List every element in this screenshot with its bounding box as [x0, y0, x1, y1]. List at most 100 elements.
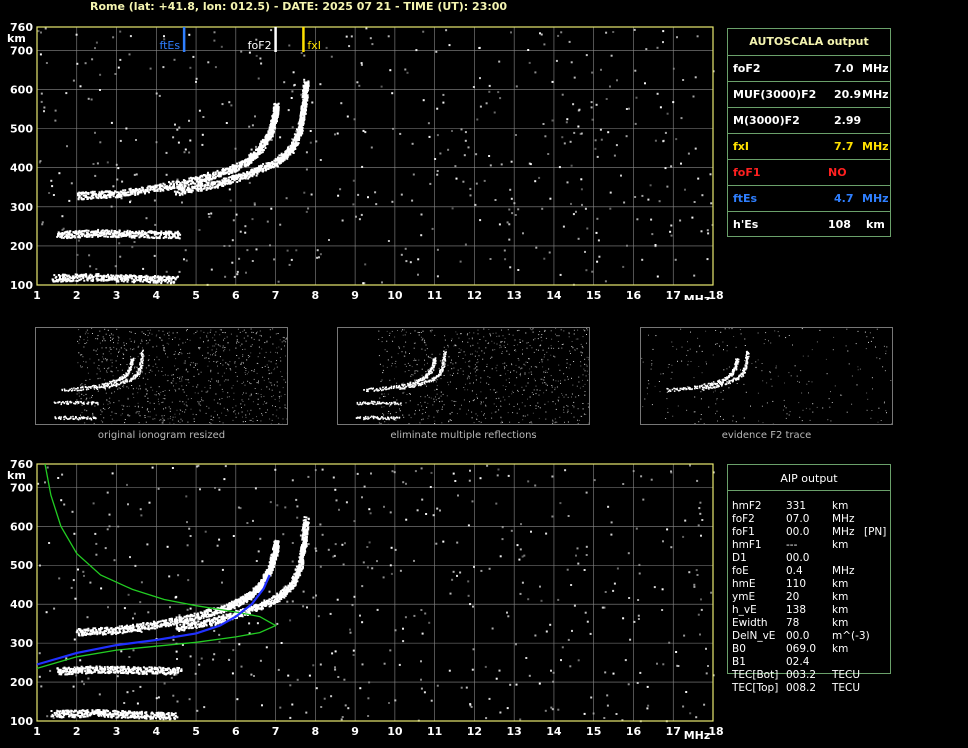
trace-point: [104, 633, 107, 636]
noise-dot: [627, 552, 630, 555]
noise-dot: [616, 567, 619, 570]
noise-dot: [107, 606, 109, 609]
noise-dot: [583, 712, 586, 715]
noise-dot: [682, 705, 685, 708]
noise-dot: [701, 519, 704, 521]
noise-dot: [221, 581, 223, 584]
noise-dot: [139, 685, 142, 688]
trace-point: [194, 621, 197, 624]
noise-dot: [126, 483, 128, 486]
noise-dot: [319, 523, 322, 526]
noise-dot: [132, 690, 135, 692]
noise-dot: [218, 488, 221, 491]
noise-dot: [552, 671, 555, 674]
noise-dot: [259, 659, 262, 662]
noise-dot: [232, 535, 235, 537]
noise-dot: [189, 655, 192, 658]
noise-dot: [423, 691, 426, 694]
trace-point: [170, 618, 173, 621]
noise-dot: [187, 579, 190, 582]
noise-dot: [336, 598, 339, 601]
noise-dot: [646, 685, 649, 688]
noise-dot: [224, 465, 227, 468]
noise-dot: [510, 529, 513, 532]
noise-dot: [352, 654, 355, 656]
noise-dot: [123, 607, 126, 610]
trace-point: [184, 615, 187, 618]
noise-dot: [527, 598, 530, 601]
trace-point: [136, 624, 138, 627]
trace-point: [182, 621, 184, 624]
trace-point: [183, 624, 185, 627]
trace-point: [201, 612, 204, 615]
noise-dot: [414, 470, 417, 473]
noise-dot: [175, 650, 178, 653]
noise-dot: [389, 564, 392, 567]
noise-dot: [287, 674, 290, 677]
trace-point: [271, 569, 274, 571]
noise-dot: [39, 564, 41, 567]
trace-point: [247, 597, 249, 600]
noise-dot: [218, 633, 221, 636]
noise-dot: [695, 716, 698, 719]
noise-dot: [38, 652, 41, 655]
noise-dot: [366, 566, 369, 569]
noise-dot: [484, 665, 487, 668]
trace-point: [90, 630, 93, 633]
trace-point: [232, 606, 234, 609]
trace-point: [119, 627, 122, 630]
trace-point: [112, 631, 115, 634]
noise-dot: [351, 604, 354, 607]
noise-dot: [368, 681, 371, 684]
noise-dot: [334, 668, 337, 671]
noise-dot: [133, 612, 136, 615]
noise-dot: [689, 712, 692, 715]
trace-point: [259, 584, 262, 587]
trace-point: [198, 616, 201, 619]
noise-dot: [72, 579, 75, 582]
noise-dot: [589, 632, 592, 635]
noise-dot: [71, 510, 74, 513]
noise-dot: [480, 569, 483, 572]
noise-dot: [707, 665, 709, 667]
noise-dot: [342, 563, 345, 566]
noise-dot: [289, 716, 292, 719]
noise-dot: [228, 658, 231, 661]
noise-dot: [442, 540, 445, 543]
noise-dot: [296, 505, 299, 508]
trace-point: [187, 627, 190, 630]
noise-dot: [315, 687, 318, 690]
noise-dot: [515, 643, 517, 646]
noise-dot: [640, 475, 643, 478]
noise-dot: [491, 627, 494, 630]
noise-dot: [430, 471, 433, 474]
noise-dot: [172, 694, 175, 697]
noise-dot: [404, 616, 407, 619]
noise-dot: [92, 502, 95, 505]
noise-dot: [567, 638, 570, 641]
noise-dot: [134, 564, 137, 567]
noise-dot: [586, 620, 589, 623]
noise-dot: [527, 480, 530, 483]
trace-point: [92, 627, 95, 630]
noise-dot: [155, 697, 158, 700]
noise-dot: [499, 711, 502, 714]
noise-dot: [236, 698, 239, 701]
noise-dot: [570, 584, 573, 586]
noise-dot: [661, 588, 664, 591]
trace-point: [211, 613, 213, 616]
noise-dot: [100, 587, 103, 590]
noise-dot: [261, 704, 263, 707]
noise-dot: [129, 556, 131, 559]
noise-dot: [302, 605, 305, 608]
noise-dot: [44, 481, 46, 484]
trace-point: [174, 619, 176, 622]
noise-dot: [583, 569, 586, 571]
noise-dot: [256, 622, 259, 625]
noise-dot: [307, 475, 310, 478]
noise-dot: [265, 646, 268, 649]
noise-dot: [564, 469, 567, 472]
trace-point: [194, 617, 197, 620]
noise-dot: [171, 467, 174, 469]
trace-point: [95, 629, 98, 631]
